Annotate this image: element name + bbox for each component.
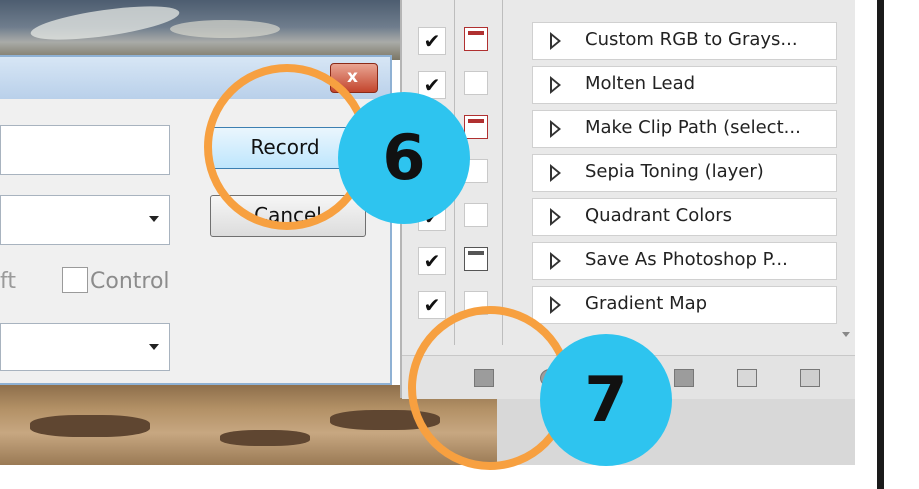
scroll-down-icon[interactable] — [842, 332, 850, 337]
expand-triangle-icon[interactable] — [550, 296, 561, 314]
control-checkbox[interactable] — [62, 267, 88, 293]
toggle-item-checkbox[interactable]: ✔ — [418, 27, 446, 55]
step-badge-7: 7 — [540, 334, 672, 466]
expand-triangle-icon[interactable] — [550, 208, 561, 226]
expand-triangle-icon[interactable] — [550, 120, 561, 138]
expand-triangle-icon[interactable] — [550, 164, 561, 182]
cloud — [28, 0, 182, 47]
chevron-down-icon — [149, 216, 159, 222]
set-dropdown[interactable] — [0, 195, 170, 245]
action-label: Molten Lead — [585, 73, 696, 94]
expand-triangle-icon[interactable] — [550, 32, 561, 50]
trash-icon[interactable] — [800, 369, 820, 387]
toggle-dialog-icon[interactable] — [464, 27, 488, 51]
toggle-dialog-icon[interactable] — [464, 71, 488, 95]
close-icon: x — [347, 67, 358, 87]
divider-bar — [877, 0, 884, 489]
color-dropdown[interactable] — [0, 323, 170, 371]
shift-label-fragment: ft — [0, 269, 16, 294]
action-row[interactable]: ✔Quadrant Colors — [402, 198, 842, 236]
window-edge — [855, 0, 919, 489]
rock — [220, 430, 310, 446]
folder-icon[interactable] — [674, 369, 694, 387]
cloud — [170, 20, 280, 38]
expand-triangle-icon[interactable] — [550, 76, 561, 94]
control-label: Control — [90, 269, 170, 294]
rock — [30, 415, 150, 437]
action-row[interactable]: ✔ Custom RGB to Grays... — [402, 22, 842, 60]
action-label: Gradient Map — [585, 293, 708, 314]
chevron-down-icon — [149, 344, 159, 350]
action-label: Save As Photoshop P... — [585, 249, 788, 270]
expand-triangle-icon[interactable] — [550, 252, 561, 270]
action-label: Make Clip Path (select... — [585, 117, 801, 138]
action-row[interactable]: ✔ Molten Lead — [402, 66, 842, 104]
background-photo-top — [0, 0, 400, 60]
toggle-dialog-icon[interactable] — [464, 247, 488, 271]
action-label: Sepia Toning (layer) — [585, 161, 764, 182]
toggle-item-checkbox[interactable]: ✔ — [418, 247, 446, 275]
toggle-dialog-icon[interactable] — [464, 115, 488, 139]
toggle-dialog-icon[interactable] — [464, 203, 488, 227]
action-label: Quadrant Colors — [585, 205, 733, 226]
action-row[interactable]: ✔ Save As Photoshop P... — [402, 242, 842, 280]
action-name-field[interactable] — [0, 125, 170, 175]
toggle-item-checkbox[interactable]: ✔ — [418, 291, 446, 319]
action-label: Custom RGB to Grays... — [585, 29, 798, 50]
new-action-icon[interactable] — [737, 369, 757, 387]
step-badge-6: 6 — [338, 92, 470, 224]
